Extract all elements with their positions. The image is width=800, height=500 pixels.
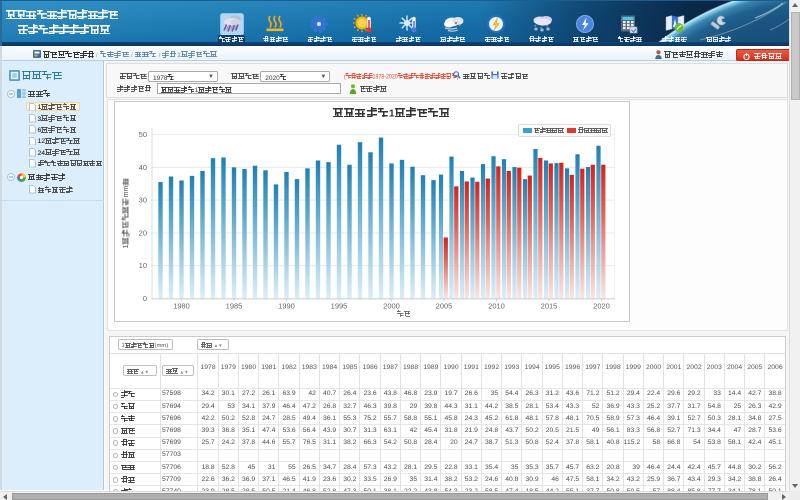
svg-text:2020: 2020 — [593, 302, 610, 311]
svg-text:2010: 2010 — [488, 302, 505, 311]
svg-text:1995: 1995 — [331, 302, 348, 311]
svg-text:50: 50 — [139, 130, 147, 139]
svg-text:1990: 1990 — [278, 302, 295, 311]
svg-text:2005: 2005 — [436, 302, 453, 311]
svg-text:0: 0 — [143, 294, 147, 303]
svg-text:2015: 2015 — [541, 302, 558, 311]
svg-text:30: 30 — [139, 196, 147, 205]
svg-text:1980: 1980 — [173, 302, 190, 311]
svg-text:40: 40 — [139, 163, 147, 172]
svg-text:10: 10 — [139, 261, 147, 270]
svg-text:1985: 1985 — [226, 302, 243, 311]
svg-text:20: 20 — [139, 228, 147, 237]
